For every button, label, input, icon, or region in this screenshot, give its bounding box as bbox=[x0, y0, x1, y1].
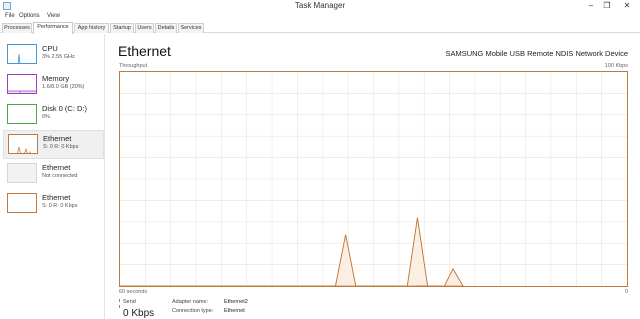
connection-type-label: Connection type: bbox=[172, 308, 214, 314]
menu-view[interactable]: View bbox=[47, 13, 60, 19]
sidebar-item-ethernet-3[interactable]: Ethernet S: 0 R: 0 Kbps bbox=[3, 190, 104, 219]
page-title: Ethernet bbox=[118, 43, 171, 59]
sidebar-item-memory[interactable]: Memory 1.6/8.0 GB (20%) bbox=[3, 71, 104, 100]
sidebar-item-sub: S: 0 R: 0 Kbps bbox=[42, 203, 78, 209]
tab-processes[interactable]: Processes bbox=[2, 23, 32, 33]
sidebar-item-ethernet-2[interactable]: Ethernet Not connected bbox=[3, 160, 104, 189]
cpu-thumbnail bbox=[7, 44, 37, 64]
sidebar-item-sub: 1.6/8.0 GB (20%) bbox=[42, 84, 85, 90]
sidebar-item-sub: 0% bbox=[42, 114, 50, 120]
tab-app-history[interactable]: App history bbox=[74, 23, 109, 33]
connection-type-value: Ethernet bbox=[224, 308, 245, 314]
tab-bar: Processes Performance App history Startu… bbox=[0, 22, 640, 34]
sidebar-item-label: Ethernet bbox=[43, 134, 72, 143]
y-axis-label: Throughput bbox=[119, 63, 148, 69]
tab-details[interactable]: Details bbox=[155, 23, 177, 33]
x-axis-right-label: 0 bbox=[624, 289, 628, 295]
sidebar-item-label: CPU bbox=[42, 44, 58, 53]
sidebar-item-ethernet-1[interactable]: Ethernet S: 0 R: 0 Kbps bbox=[3, 130, 104, 159]
sidebar-item-disk[interactable]: Disk 0 (C: D:) 0% bbox=[3, 101, 104, 130]
tab-users[interactable]: Users bbox=[135, 23, 154, 33]
sidebar-item-sub: 3% 2.55 GHz bbox=[42, 54, 75, 60]
tab-startup[interactable]: Startup bbox=[110, 23, 134, 33]
adapter-name-value: Ethernet2 bbox=[224, 299, 248, 305]
sidebar-item-sub: S: 0 R: 0 Kbps bbox=[43, 144, 79, 150]
adapter-name-label: Adapter name: bbox=[172, 299, 209, 305]
title-bar: Task Manager – ❐ ✕ bbox=[0, 0, 640, 12]
disk-thumbnail bbox=[7, 104, 37, 124]
y-axis-max: 100 Kbps bbox=[604, 63, 628, 69]
throughput-peak-6 bbox=[443, 268, 464, 287]
throughput-graph bbox=[119, 71, 628, 287]
send-indicator bbox=[119, 299, 120, 308]
sidebar-item-label: Disk 0 (C: D:) bbox=[42, 104, 87, 113]
send-label: Send bbox=[123, 299, 136, 305]
sidebar: CPU 3% 2.55 GHz Memory 1.6/8.0 GB (20%) … bbox=[0, 34, 105, 319]
menu-file[interactable]: File bbox=[5, 13, 15, 19]
sidebar-item-cpu[interactable]: CPU 3% 2.55 GHz bbox=[3, 41, 104, 70]
sidebar-item-label: Ethernet bbox=[42, 163, 71, 172]
menu-options[interactable]: Options bbox=[19, 13, 40, 19]
window-title: Task Manager bbox=[294, 1, 346, 10]
throughput-peak-3 bbox=[406, 217, 429, 287]
menu-bar: File Options View bbox=[0, 12, 640, 22]
throughput-chart bbox=[120, 72, 627, 287]
memory-thumbnail bbox=[7, 74, 37, 94]
tab-services[interactable]: Services bbox=[178, 23, 204, 33]
sidebar-item-label: Memory bbox=[42, 74, 70, 83]
close-button[interactable]: ✕ bbox=[620, 0, 634, 12]
ethernet-thumbnail bbox=[7, 193, 37, 213]
send-value: 0 Kbps bbox=[123, 308, 155, 319]
x-axis-left-label: 60 seconds bbox=[119, 289, 148, 295]
sidebar-item-label: Ethernet bbox=[42, 193, 71, 202]
minimize-button[interactable]: – bbox=[584, 0, 598, 12]
ethernet-thumbnail bbox=[8, 134, 38, 154]
sidebar-item-sub: Not connected bbox=[42, 173, 78, 179]
ethernet-thumbnail-disconnected bbox=[7, 163, 37, 183]
restore-button[interactable]: ❐ bbox=[600, 0, 614, 12]
device-name: SAMSUNG Mobile USB Remote NDIS Network D… bbox=[445, 49, 628, 58]
throughput-peak-1 bbox=[334, 234, 357, 287]
tab-performance[interactable]: Performance bbox=[33, 22, 73, 34]
